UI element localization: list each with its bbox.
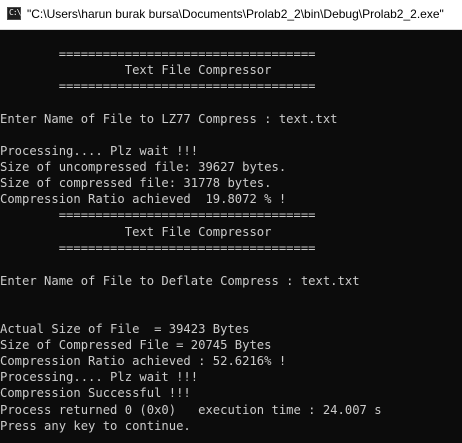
processing-message: Processing.... Plz wait !!! xyxy=(0,144,199,158)
deflate-compressed-size-line: Size of Compressed File = 20745 Bytes xyxy=(0,338,272,352)
console-window: C:\ "C:\Users\harun burak bursa\Document… xyxy=(0,0,462,443)
process-return-line: Process returned 0 (0x0) execution time … xyxy=(0,403,382,417)
separator-line: =================================== xyxy=(0,208,316,222)
lz77-filename-prompt: Enter Name of File to LZ77 Compress : te… xyxy=(0,112,338,126)
console-app-icon-glyph: C:\ xyxy=(9,8,21,17)
program-heading: Text File Compressor xyxy=(0,63,272,77)
program-heading: Text File Compressor xyxy=(0,225,272,239)
window-title: "C:\Users\harun burak bursa\Documents\Pr… xyxy=(27,7,444,21)
uncompressed-size-line: Size of uncompressed file: 39627 bytes. xyxy=(0,160,287,174)
continue-prompt: Press any key to continue. xyxy=(0,419,191,433)
compression-ratio-line: Compression Ratio achieved 19.8072 % ! xyxy=(0,192,287,206)
console-output-area[interactable]: =================================== Text… xyxy=(0,30,462,443)
deflate-filename-prompt: Enter Name of File to Deflate Compress :… xyxy=(0,274,360,288)
compressed-size-line: Size of compressed file: 31778 bytes. xyxy=(0,176,272,190)
deflate-ratio-line: Compression Ratio achieved : 52.6216% ! xyxy=(0,354,287,368)
title-bar[interactable]: C:\ "C:\Users\harun burak bursa\Document… xyxy=(0,0,462,30)
actual-size-line: Actual Size of File = 39423 Bytes xyxy=(0,322,250,336)
processing-message: Processing.... Plz wait !!! xyxy=(0,370,199,384)
separator-line: =================================== xyxy=(0,79,316,93)
separator-line: =================================== xyxy=(0,241,316,255)
compression-success-line: Compression Successful !!! xyxy=(0,386,191,400)
console-app-icon: C:\ xyxy=(7,7,21,20)
separator-line: =================================== xyxy=(0,47,316,61)
